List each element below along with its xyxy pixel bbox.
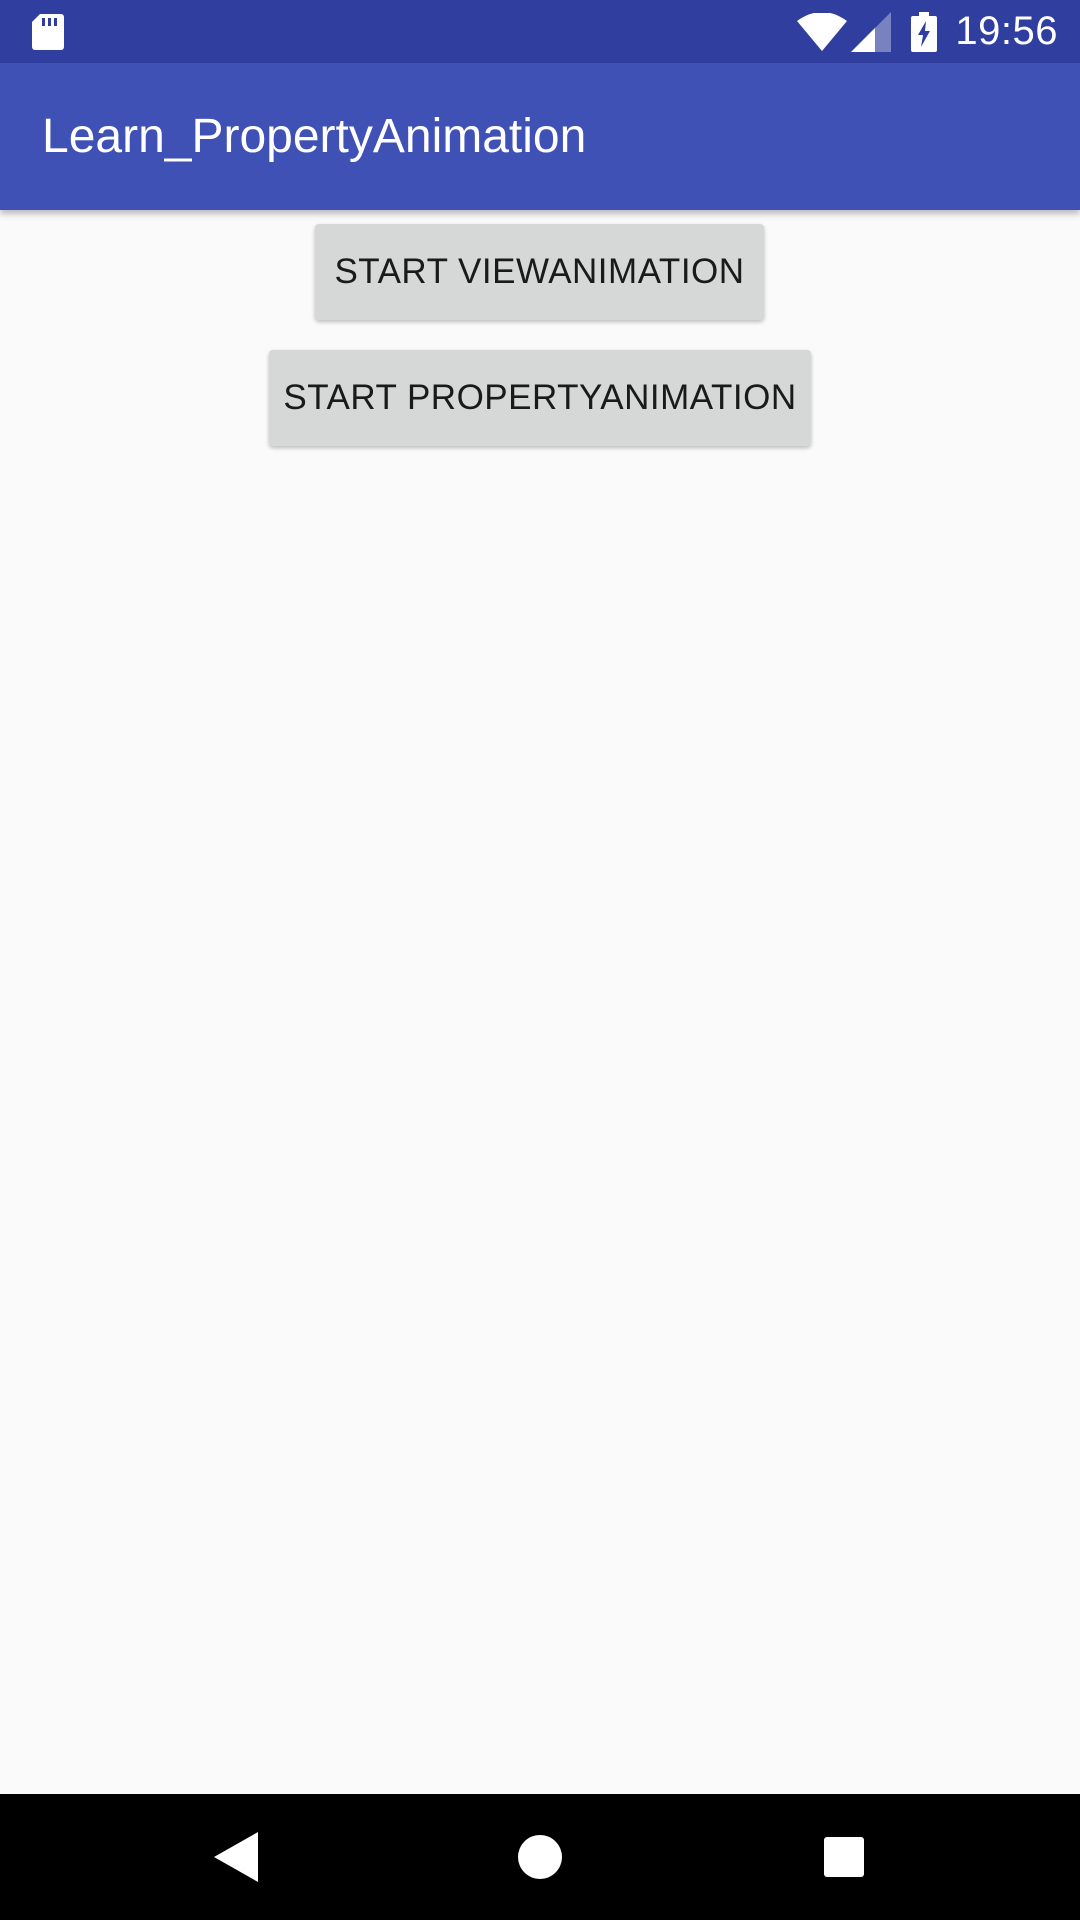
- recents-button[interactable]: [781, 1794, 907, 1920]
- app-title: Learn_PropertyAnimation: [42, 110, 587, 163]
- back-icon: [214, 1832, 258, 1882]
- battery-charging-icon: [911, 11, 938, 52]
- cell-signal-icon: [851, 11, 892, 52]
- sd-card-icon: [32, 14, 64, 50]
- start-view-animation-button[interactable]: START VIEWANIMATION: [315, 224, 764, 320]
- home-icon: [518, 1835, 562, 1879]
- start-property-animation-button[interactable]: START PROPERTYANIMATION: [269, 350, 811, 446]
- status-bar: 19:56: [0, 0, 1080, 63]
- app-bar: Learn_PropertyAnimation: [0, 63, 1080, 210]
- navigation-bar: [0, 1794, 1080, 1920]
- status-time: 19:56: [955, 9, 1058, 53]
- status-icons: 19:56: [797, 0, 1058, 63]
- main-content: START VIEWANIMATION START PROPERTYANIMAT…: [0, 210, 1080, 1794]
- wifi-icon: [797, 12, 848, 51]
- recents-icon: [824, 1837, 864, 1877]
- home-button[interactable]: [477, 1794, 603, 1920]
- back-button[interactable]: [173, 1794, 299, 1920]
